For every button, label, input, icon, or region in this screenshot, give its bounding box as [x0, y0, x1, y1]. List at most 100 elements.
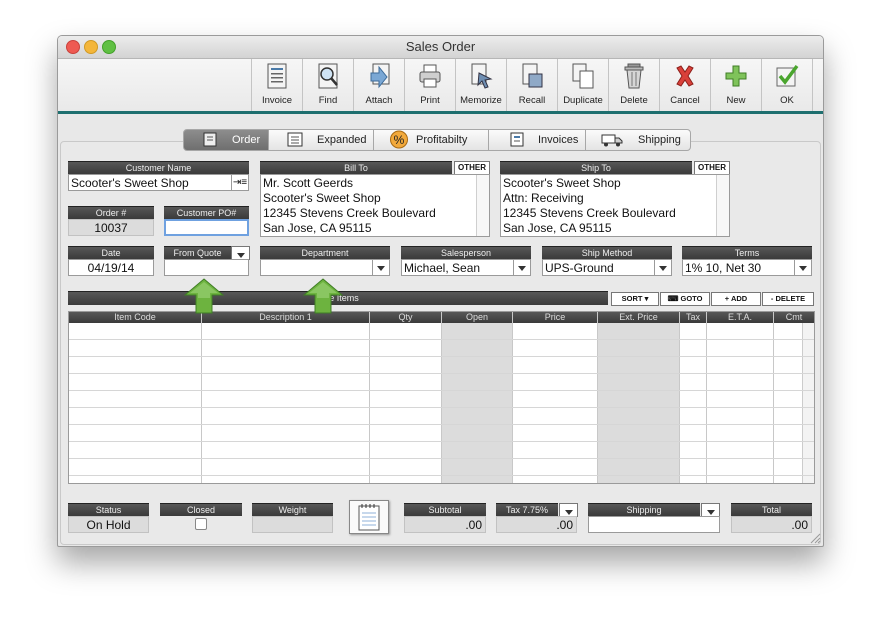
customer-po-input[interactable]	[164, 219, 249, 236]
resize-grip-icon[interactable]	[810, 533, 821, 544]
shipping-dropdown[interactable]	[701, 503, 720, 517]
table-row[interactable]	[69, 441, 814, 442]
tab-shipping[interactable]: Shipping	[585, 129, 691, 151]
department-header: Department	[260, 246, 390, 259]
bill-to-address[interactable]: Mr. Scott Geerds Scooter's Sweet Shop 12…	[260, 174, 490, 237]
from-quote-dropdown[interactable]	[231, 246, 250, 260]
notepad-icon	[358, 504, 380, 531]
from-quote-input[interactable]	[164, 259, 249, 276]
new-button-label: New	[726, 95, 746, 106]
ship-to-line: Scooter's Sweet Shop	[503, 176, 621, 190]
duplicate-button[interactable]: Duplicate	[557, 59, 608, 111]
ship-to-address[interactable]: Scooter's Sweet Shop Attn: Receiving 123…	[500, 174, 730, 237]
ship-to-scrollbar[interactable]	[716, 175, 729, 236]
print-icon	[419, 64, 441, 88]
subtotal-field: .00	[404, 516, 486, 533]
bill-to-other-button[interactable]: OTHER	[454, 161, 490, 175]
order-number-field: 10037	[68, 219, 154, 236]
duplicate-icon	[572, 63, 594, 89]
new-button[interactable]: New	[710, 59, 761, 111]
column-header[interactable]: Qty	[370, 312, 442, 323]
tab-invoices[interactable]: Invoices	[488, 129, 586, 151]
invoice-button-label: Invoice	[261, 95, 293, 106]
table-row[interactable]	[69, 407, 814, 408]
attach-button[interactable]: Attach	[353, 59, 404, 111]
table-row[interactable]	[69, 390, 814, 391]
ship-method-select[interactable]: UPS-Ground	[542, 259, 672, 276]
ok-button-label: OK	[780, 95, 794, 106]
memorize-button[interactable]: Memorize	[455, 59, 506, 111]
tax-dropdown[interactable]	[559, 503, 578, 517]
customer-name-field[interactable]: Scooter's Sweet Shop ⇥≡	[68, 174, 249, 191]
green-up-arrow-icon	[303, 278, 343, 314]
chevron-down-icon	[703, 504, 719, 515]
terms-header: Terms	[682, 246, 812, 259]
attach-icon	[370, 63, 390, 89]
status-header: Status	[68, 503, 149, 516]
tab-shipping-label: Shipping	[638, 134, 681, 146]
table-row[interactable]	[69, 475, 814, 476]
bill-to-scrollbar[interactable]	[476, 175, 489, 236]
column-header[interactable]: Cmt	[774, 312, 814, 323]
tab-profitability[interactable]: % Profitabilty	[373, 129, 489, 151]
find-button[interactable]: Find	[302, 59, 353, 111]
chevron-down-icon	[654, 260, 671, 275]
column-header[interactable]: Description 1	[202, 312, 370, 323]
green-up-arrow-icon	[184, 278, 224, 314]
recall-button[interactable]: Recall	[506, 59, 557, 111]
terms-select[interactable]: 1% 10, Net 30	[682, 259, 812, 276]
invoice-button[interactable]: Invoice	[251, 59, 302, 111]
ship-to-header: Ship To	[500, 161, 692, 174]
ship-to-other-button[interactable]: OTHER	[694, 161, 730, 175]
table-row[interactable]	[69, 356, 814, 357]
memorize-icon	[471, 63, 493, 89]
print-button[interactable]: Print	[404, 59, 455, 111]
tab-expanded[interactable]: Expanded	[268, 129, 374, 151]
find-button-label: Find	[318, 95, 338, 106]
sort-button[interactable]: SORT ▾	[611, 292, 659, 306]
notes-button[interactable]	[349, 500, 389, 534]
find-icon	[318, 63, 338, 89]
shipping-input[interactable]	[588, 516, 720, 533]
open-column-fill	[442, 323, 512, 483]
column-header[interactable]: Price	[513, 312, 598, 323]
delete-button[interactable]: Delete	[608, 59, 659, 111]
toolbar: Invoice Find Attach Print Memorize Recal…	[58, 59, 823, 111]
department-select[interactable]	[260, 259, 390, 276]
ext-price-column-fill	[598, 323, 679, 483]
toolbar-separator	[58, 111, 823, 114]
chevron-down-icon	[561, 504, 577, 515]
salesperson-value: Michael, Sean	[404, 261, 481, 275]
tab-order[interactable]: Order	[183, 129, 269, 151]
column-header[interactable]: Open	[442, 312, 513, 323]
tab-order-label: Order	[232, 134, 261, 146]
line-items-scrollbar[interactable]	[802, 323, 814, 483]
table-row[interactable]	[69, 424, 814, 425]
goto-icon: ⌨	[667, 294, 679, 303]
total-field: .00	[731, 516, 812, 533]
terms-value: 1% 10, Net 30	[685, 261, 762, 275]
attach-button-label: Attach	[365, 95, 393, 106]
line-items-table[interactable]: Item Code Description 1 Qty Open Price E…	[68, 311, 815, 484]
table-row[interactable]	[69, 458, 814, 459]
customer-lookup-icon[interactable]: ⇥≡	[231, 175, 248, 190]
recall-button-label: Recall	[518, 95, 546, 106]
cancel-button[interactable]: Cancel	[659, 59, 710, 111]
total-header: Total	[731, 503, 812, 516]
bill-to-line: 12345 Stevens Creek Boulevard	[263, 206, 436, 220]
column-header[interactable]: Tax	[680, 312, 707, 323]
table-row[interactable]	[69, 339, 814, 340]
salesperson-select[interactable]: Michael, Sean	[401, 259, 531, 276]
goto-button[interactable]: ⌨ GOTO	[660, 292, 710, 306]
date-input[interactable]: 04/19/14	[68, 259, 154, 276]
customer-name-value: Scooter's Sweet Shop	[71, 176, 189, 190]
title-bar: Sales Order	[58, 36, 823, 59]
column-header[interactable]: Ext. Price	[598, 312, 680, 323]
delete-line-button[interactable]: - DELETE	[762, 292, 814, 306]
table-row[interactable]	[69, 373, 814, 374]
ok-button[interactable]: OK	[761, 59, 813, 111]
column-header[interactable]: E.T.A.	[707, 312, 774, 323]
closed-checkbox[interactable]	[195, 518, 207, 530]
column-header[interactable]: Item Code	[69, 312, 202, 323]
add-line-button[interactable]: + ADD	[711, 292, 761, 306]
